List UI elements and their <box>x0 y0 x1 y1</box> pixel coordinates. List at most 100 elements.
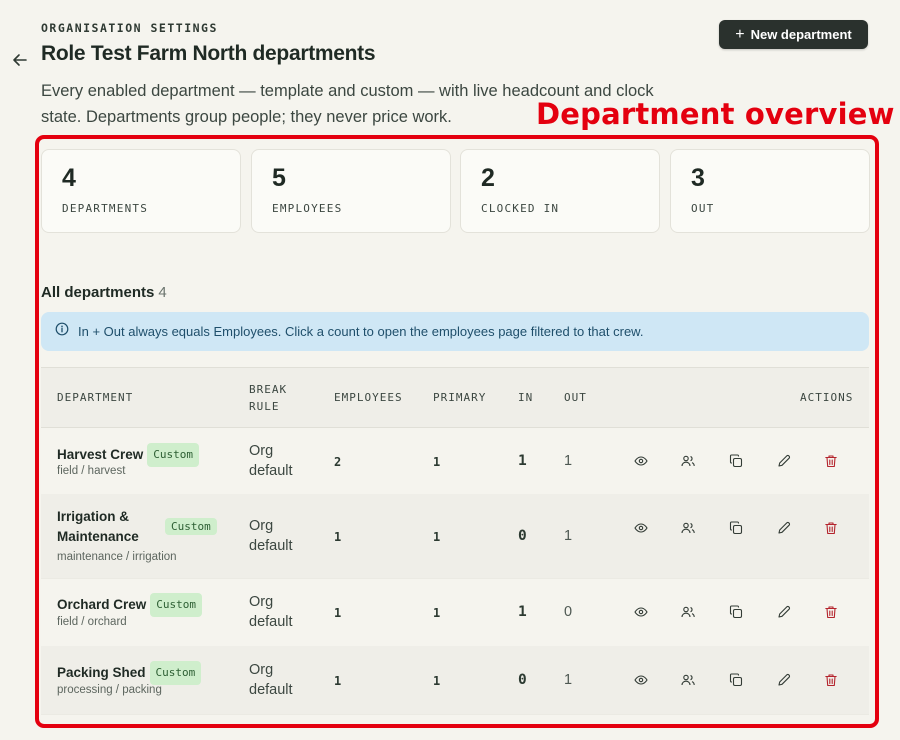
stat-value: 3 <box>691 164 705 192</box>
primary-count[interactable]: 1 <box>433 455 440 469</box>
break-rule-line2: default <box>249 538 293 554</box>
stat-value: 2 <box>481 164 495 192</box>
break-rule: Org default <box>249 516 293 556</box>
eye-icon[interactable] <box>632 452 650 470</box>
department-name-line2: Maintenance <box>57 529 139 544</box>
copy-icon[interactable] <box>727 603 745 621</box>
users-icon[interactable] <box>679 452 697 470</box>
stat-card-out: 3 OUT <box>670 149 870 233</box>
page-title: Role Test Farm North departments <box>41 42 376 65</box>
col-break-rule: BREAK RULE <box>249 381 287 415</box>
break-rule-line1: Org <box>249 443 274 459</box>
department-name[interactable]: Harvest Crew Custom <box>57 443 200 467</box>
col-break-rule-line1: BREAK <box>249 383 288 396</box>
employees-count[interactable]: 2 <box>334 455 341 469</box>
page-eyebrow: ORGANISATION SETTINGS <box>41 21 218 35</box>
primary-count[interactable]: 1 <box>433 606 440 620</box>
col-primary: PRIMARY <box>433 391 487 404</box>
trash-icon[interactable] <box>822 452 840 470</box>
stat-label: DEPARTMENTS <box>62 202 149 215</box>
employees-count[interactable]: 1 <box>334 674 341 688</box>
table-row: Irrigation & Maintenance Custom maintena… <box>41 494 869 579</box>
copy-icon[interactable] <box>727 671 745 689</box>
stat-card-clocked-in: 2 CLOCKED IN <box>460 149 660 233</box>
stat-card-employees: 5 EMPLOYEES <box>251 149 451 233</box>
col-out: OUT <box>564 391 587 404</box>
out-count[interactable]: 1 <box>564 528 572 544</box>
primary-count[interactable]: 1 <box>433 674 440 688</box>
annotation-label: Department overview <box>536 97 895 131</box>
back-arrow-icon[interactable] <box>10 50 30 70</box>
pencil-icon[interactable] <box>775 603 793 621</box>
col-break-rule-line2: RULE <box>249 400 280 413</box>
users-icon[interactable] <box>679 603 697 621</box>
eye-icon[interactable] <box>632 671 650 689</box>
department-path: maintenance / irrigation <box>57 551 177 563</box>
stat-value: 4 <box>62 164 76 192</box>
out-count[interactable]: 1 <box>564 672 572 688</box>
break-rule-line1: Org <box>249 594 274 610</box>
users-icon[interactable] <box>679 519 697 537</box>
section-title-text: All departments <box>41 284 155 301</box>
custom-badge: Custom <box>147 443 200 467</box>
break-rule: Org default <box>249 441 293 481</box>
department-name[interactable]: Packing Shed Custom <box>57 661 202 685</box>
pencil-icon[interactable] <box>775 519 793 537</box>
pencil-icon[interactable] <box>775 671 793 689</box>
col-department: DEPARTMENT <box>57 391 134 404</box>
custom-badge: Custom <box>149 661 202 685</box>
department-name-line1: Irrigation & <box>57 509 130 524</box>
table-row: Packing Shed Custom processing / packing … <box>41 646 869 715</box>
section-count: 4 <box>158 284 167 301</box>
section-title: All departments 4 <box>41 284 167 301</box>
stat-label: EMPLOYEES <box>272 202 343 215</box>
department-name-text: Orchard Crew <box>57 597 147 612</box>
primary-count[interactable]: 1 <box>433 530 440 544</box>
new-department-label: New department <box>750 27 852 42</box>
break-rule: Org default <box>249 660 293 700</box>
users-icon[interactable] <box>679 671 697 689</box>
new-department-button[interactable]: + New department <box>719 20 868 49</box>
table-row: Harvest Crew Custom field / harvest Org de… <box>41 427 869 495</box>
break-rule-line2: default <box>249 614 293 630</box>
custom-badge: Custom <box>150 593 203 617</box>
break-rule: Org default <box>249 592 293 632</box>
department-name[interactable]: Orchard Crew Custom <box>57 593 203 617</box>
department-name[interactable]: Irrigation & Maintenance <box>57 507 139 547</box>
info-banner-text: In + Out always equals Employees. Click … <box>78 324 644 339</box>
department-name-text: Packing Shed <box>57 665 146 680</box>
department-path: field / orchard <box>57 616 127 628</box>
out-count[interactable]: 1 <box>564 453 572 469</box>
stat-label: OUT <box>691 202 715 215</box>
copy-icon[interactable] <box>727 519 745 537</box>
in-count[interactable]: 1 <box>518 453 527 469</box>
department-path: processing / packing <box>57 684 162 696</box>
copy-icon[interactable] <box>727 452 745 470</box>
in-count[interactable]: 0 <box>518 528 527 544</box>
trash-icon[interactable] <box>822 519 840 537</box>
stat-card-departments: 4 DEPARTMENTS <box>41 149 241 233</box>
break-rule-line1: Org <box>249 518 274 534</box>
department-name-text: Harvest Crew <box>57 447 144 462</box>
employees-count[interactable]: 1 <box>334 606 341 620</box>
trash-icon[interactable] <box>822 671 840 689</box>
table-header: DEPARTMENT BREAK RULE EMPLOYEES PRIMARY … <box>41 367 869 428</box>
info-banner: In + Out always equals Employees. Click … <box>41 312 869 351</box>
info-icon <box>55 322 69 341</box>
pencil-icon[interactable] <box>775 452 793 470</box>
break-rule-line2: default <box>249 682 293 698</box>
employees-count[interactable]: 1 <box>334 530 341 544</box>
out-count[interactable]: 0 <box>564 604 572 620</box>
stat-value: 5 <box>272 164 286 192</box>
eye-icon[interactable] <box>632 603 650 621</box>
break-rule-line2: default <box>249 463 293 479</box>
department-path: field / harvest <box>57 465 126 477</box>
in-count[interactable]: 0 <box>518 672 527 688</box>
stat-label: CLOCKED IN <box>481 202 560 215</box>
table-row: Orchard Crew Custom field / orchard Org de… <box>41 578 869 647</box>
col-employees: EMPLOYEES <box>334 391 403 404</box>
custom-badge: Custom <box>165 518 217 535</box>
in-count[interactable]: 1 <box>518 604 527 620</box>
trash-icon[interactable] <box>822 603 840 621</box>
eye-icon[interactable] <box>632 519 650 537</box>
